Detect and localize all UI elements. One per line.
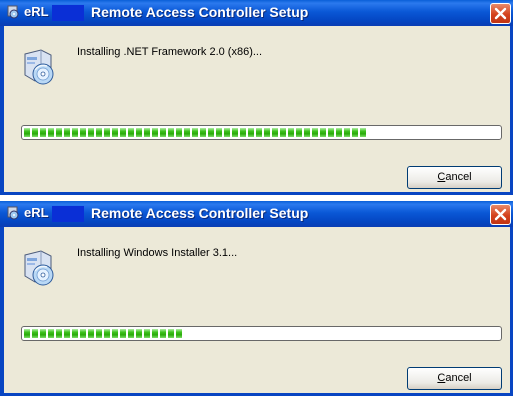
progress-segment: [104, 128, 110, 137]
progress-segment: [56, 329, 62, 338]
app-name: eRL: [24, 205, 49, 220]
status-text: Installing Windows Installer 3.1...: [77, 247, 238, 259]
progress-segment: [360, 128, 366, 137]
progress-segment: [104, 329, 110, 338]
cancel-label: ancel: [445, 372, 472, 384]
progress-segment: [160, 128, 166, 137]
close-button[interactable]: [490, 3, 511, 24]
app-icon: [7, 5, 19, 19]
cancel-button[interactable]: Cancel: [407, 367, 502, 390]
progress-segment: [80, 329, 86, 338]
close-icon: [494, 7, 507, 20]
window-title: Remote Access Controller Setup: [91, 205, 309, 221]
progress-segment: [48, 329, 54, 338]
progress-segment: [224, 128, 230, 137]
progress-segment: [240, 128, 246, 137]
progress-segment: [296, 128, 302, 137]
progress-segment: [24, 128, 30, 137]
progress-segment: [32, 128, 38, 137]
progress-segment: [304, 128, 310, 137]
redacted-block: [52, 5, 84, 21]
progress-segment: [64, 128, 70, 137]
progress-segment: [176, 128, 182, 137]
progress-segment: [344, 128, 350, 137]
progress-segment: [168, 329, 174, 338]
close-button[interactable]: [490, 204, 511, 225]
progress-segment: [120, 329, 126, 338]
progress-segment: [320, 128, 326, 137]
progress-segment: [152, 329, 158, 338]
progress-segment: [32, 329, 38, 338]
progress-segment: [112, 329, 118, 338]
progress-segment: [168, 128, 174, 137]
progress-segment: [72, 329, 78, 338]
progress-segment: [144, 329, 150, 338]
progress-segment: [152, 128, 158, 137]
progress-segment: [216, 128, 222, 137]
progress-segment: [312, 128, 318, 137]
progress-segment: [176, 329, 182, 338]
progress-segment: [192, 128, 198, 137]
progress-segment: [352, 128, 358, 137]
progress-segment: [136, 128, 142, 137]
progress-segment: [232, 128, 238, 137]
progress-segment: [48, 128, 54, 137]
progress-segment: [288, 128, 294, 137]
progress-segment: [64, 329, 70, 338]
progress-segment: [88, 329, 94, 338]
app-icon: [7, 206, 19, 220]
dialog-body: Installing .NET Framework 2.0 (x86)... C…: [0, 26, 513, 195]
progress-segment: [96, 128, 102, 137]
app-name: eRL: [24, 4, 49, 19]
setup-icon: [24, 49, 54, 85]
progress-segment: [40, 329, 46, 338]
progress-segment: [256, 128, 262, 137]
progress-segment: [128, 128, 134, 137]
progress-segment: [184, 128, 190, 137]
progress-segment: [264, 128, 270, 137]
progress-segment: [120, 128, 126, 137]
title-bar[interactable]: eRL Remote Access Controller Setup: [0, 201, 513, 227]
cancel-button[interactable]: Cancel: [407, 166, 502, 189]
status-text: Installing .NET Framework 2.0 (x86)...: [77, 46, 263, 58]
progress-segment: [328, 128, 334, 137]
progress-segment: [336, 128, 342, 137]
redacted-block: [52, 206, 84, 222]
progress-segment: [208, 128, 214, 137]
cancel-label: ancel: [445, 171, 472, 183]
window-title: Remote Access Controller Setup: [91, 4, 309, 20]
progress-segment: [272, 128, 278, 137]
progress-segment: [24, 329, 30, 338]
progress-fill: [24, 128, 368, 137]
progress-segment: [72, 128, 78, 137]
setup-window-installer: eRL Remote Access Controller Setup Insta…: [0, 201, 513, 396]
progress-segment: [56, 128, 62, 137]
window-border-left: [0, 227, 4, 396]
progress-segment: [248, 128, 254, 137]
progress-bar: [21, 326, 502, 341]
window-border-bottom: [0, 192, 513, 195]
progress-segment: [144, 128, 150, 137]
progress-segment: [160, 329, 166, 338]
title-bar[interactable]: eRL Remote Access Controller Setup: [0, 0, 513, 26]
setup-window-net: eRL Remote Access Controller Setup Insta…: [0, 0, 513, 195]
progress-segment: [80, 128, 86, 137]
window-border-left: [0, 26, 4, 195]
progress-segment: [136, 329, 142, 338]
progress-segment: [112, 128, 118, 137]
progress-segment: [200, 128, 206, 137]
progress-segment: [88, 128, 94, 137]
progress-segment: [96, 329, 102, 338]
progress-bar: [21, 125, 502, 140]
setup-icon: [24, 250, 54, 286]
progress-segment: [40, 128, 46, 137]
close-icon: [494, 208, 507, 221]
dialog-body: Installing Windows Installer 3.1... Canc…: [0, 227, 513, 396]
progress-segment: [128, 329, 134, 338]
progress-fill: [24, 329, 184, 338]
progress-segment: [280, 128, 286, 137]
